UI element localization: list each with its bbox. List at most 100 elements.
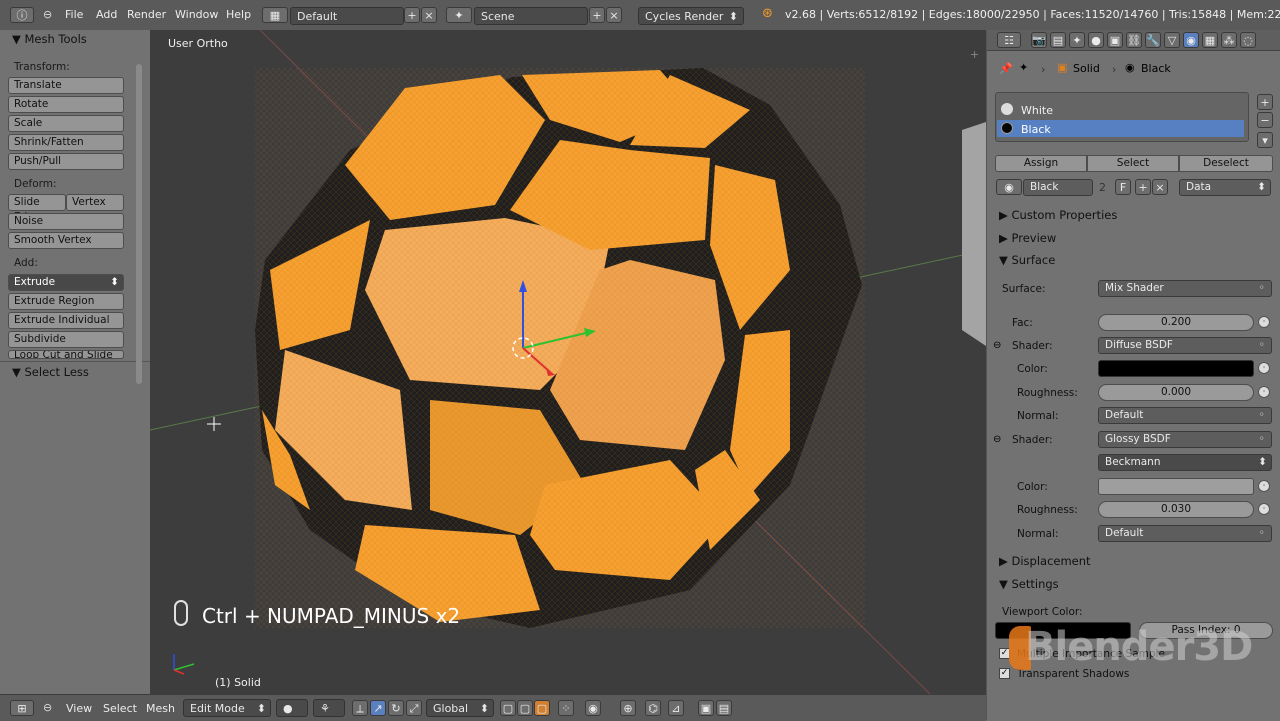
menu-file[interactable]: File [65, 8, 83, 21]
displacement-panel[interactable]: ▶ Displacement [999, 554, 1091, 568]
select-button[interactable]: Select [1087, 155, 1179, 172]
shading-select[interactable]: ● [276, 699, 308, 717]
fac-slider[interactable]: 0.200 [1098, 314, 1254, 331]
shader2-select[interactable]: Glossy BSDF ◦ [1098, 431, 1272, 448]
custom-properties-panel[interactable]: ▶ Custom Properties [999, 208, 1117, 222]
smooth-vertex-button[interactable]: Smooth Vertex [8, 232, 124, 249]
preview-panel[interactable]: ▶ Preview [999, 231, 1056, 245]
loop-cut-button[interactable]: Loop Cut and Slide [8, 350, 124, 359]
snap-target-icon[interactable]: ⌬ [645, 700, 661, 716]
socket-icon[interactable]: · [1258, 503, 1270, 515]
select-less-header[interactable]: ▼ Select Less [12, 365, 89, 379]
pin-icon[interactable]: 📌 [999, 62, 1013, 75]
socket-icon[interactable]: · [1258, 386, 1270, 398]
layer-icon[interactable]: ▢ [534, 700, 550, 716]
assign-button[interactable]: Assign [995, 155, 1087, 172]
remove-scene-icon[interactable]: × [606, 7, 622, 23]
editor-type-icon[interactable]: ⊞ [10, 700, 34, 716]
socket-icon[interactable]: · [1258, 316, 1270, 328]
texture-tab-icon[interactable]: ▦ [1202, 32, 1218, 48]
editor-type-icon[interactable]: ☷ [997, 32, 1021, 48]
surface-panel[interactable]: ▼ Surface [999, 253, 1055, 267]
subdivide-button[interactable]: Subdivide [8, 331, 124, 348]
distribution-select[interactable]: Beckmann ⬍ [1098, 454, 1272, 471]
physics-tab-icon[interactable]: ◌ [1240, 32, 1256, 48]
manipulator-toggle-icon[interactable]: ⟂ [352, 700, 368, 716]
layer-icon[interactable]: ▢ [500, 700, 516, 716]
viewport-canvas[interactable] [150, 30, 986, 694]
tool-shelf-scrollbar[interactable] [136, 64, 142, 384]
mode-select[interactable]: Edit Mode ⬍ [183, 699, 271, 717]
add-layout-icon[interactable]: + [404, 7, 420, 23]
shader1-select[interactable]: Diffuse BSDF ◦ [1098, 337, 1272, 354]
menu-view[interactable]: View [66, 702, 92, 715]
settings-panel[interactable]: ▼ Settings [999, 577, 1059, 591]
menu-help[interactable]: Help [226, 8, 251, 21]
unlink-material-icon[interactable]: × [1152, 179, 1168, 195]
color2-swatch[interactable] [1098, 478, 1254, 495]
object-tab-icon[interactable]: ▣ [1107, 32, 1123, 48]
rotate-button[interactable]: Rotate [8, 96, 124, 113]
collapse-shader-icon[interactable]: ⊖ [993, 340, 1001, 351]
menu-render[interactable]: Render [127, 8, 166, 21]
link-select[interactable]: Data ⬍ [1179, 179, 1271, 196]
layer-icon[interactable]: ▢ [517, 700, 533, 716]
roughness1-slider[interactable]: 0.000 [1098, 384, 1254, 401]
render-tab-icon[interactable]: 📷 [1031, 32, 1047, 48]
render-engine-select[interactable]: Cycles Render ⬍ [638, 7, 744, 25]
corner-widget-icon[interactable]: + [970, 48, 979, 61]
menu-window[interactable]: Window [175, 8, 218, 21]
render-anim-icon[interactable]: ▤ [716, 700, 732, 716]
remove-layout-icon[interactable]: × [421, 7, 437, 23]
material-tab-icon[interactable]: ◉ [1183, 32, 1199, 48]
orientation-select[interactable]: Global ⬍ [426, 699, 494, 717]
slot-menu-icon[interactable]: ▾ [1257, 132, 1273, 148]
collapse-icon[interactable]: ⊖ [43, 8, 52, 21]
vertex-select-icon[interactable]: ⁘ [558, 700, 574, 716]
screen-layout-icon[interactable]: ▦ [262, 7, 288, 23]
normal1-select[interactable]: Default ◦ [1098, 407, 1272, 424]
collapse-icon[interactable]: ⊖ [43, 701, 52, 714]
extrude-menu[interactable]: Extrude ⬍ [8, 274, 124, 291]
mesh-tools-header[interactable]: ▼ Mesh Tools [12, 32, 87, 46]
pivot-select[interactable]: ⚘ [313, 699, 345, 717]
material-browse-icon[interactable]: ◉ [996, 179, 1022, 195]
constraints-tab-icon[interactable]: ⛓ [1126, 32, 1142, 48]
render-icon[interactable]: ▣ [698, 700, 714, 716]
layers-tab-icon[interactable]: ▤ [1050, 32, 1066, 48]
proportional-edit-icon[interactable]: ◉ [585, 700, 601, 716]
noise-button[interactable]: Noise [8, 213, 124, 230]
menu-add[interactable]: Add [96, 8, 117, 21]
editor-type-icon[interactable]: ⓘ [10, 7, 34, 23]
socket-icon[interactable]: · [1258, 362, 1270, 374]
shrink-fatten-button[interactable]: Shrink/Fatten [8, 134, 124, 151]
roughness2-slider[interactable]: 0.030 [1098, 501, 1254, 518]
deselect-button[interactable]: Deselect [1179, 155, 1273, 172]
scale-button[interactable]: Scale [8, 115, 124, 132]
scene-field[interactable]: Scene [474, 7, 588, 25]
surface-select[interactable]: Mix Shader ◦ [1098, 280, 1272, 297]
particles-tab-icon[interactable]: ⁂ [1221, 32, 1237, 48]
color1-swatch[interactable] [1098, 360, 1254, 377]
material-name-field[interactable]: Black [1023, 179, 1093, 196]
data-tab-icon[interactable]: ▽ [1164, 32, 1180, 48]
normal2-select[interactable]: Default ◦ [1098, 525, 1272, 542]
fake-user-button[interactable]: F [1115, 179, 1131, 195]
add-scene-icon[interactable]: + [589, 7, 605, 23]
translate-manipulator-icon[interactable]: ↗ [370, 700, 386, 716]
scene-tab-icon[interactable]: ✦ [1069, 32, 1085, 48]
transparent-shadows-checkbox[interactable]: ✓ [999, 668, 1010, 679]
new-material-icon[interactable]: + [1135, 179, 1151, 195]
screen-layout-field[interactable]: Default [290, 7, 404, 25]
collapse-shader-icon[interactable]: ⊖ [993, 434, 1001, 445]
3d-viewport[interactable]: User Ortho + Ctrl + NUMPAD_MINUS x2 (1) … [150, 30, 986, 694]
rotate-manipulator-icon[interactable]: ↻ [388, 700, 404, 716]
modifiers-tab-icon[interactable]: 🔧 [1145, 32, 1161, 48]
remove-slot-icon[interactable]: − [1257, 112, 1273, 128]
add-slot-icon[interactable]: + [1257, 94, 1273, 110]
slot-item-black[interactable]: Black [1021, 123, 1051, 136]
slide-edge-button[interactable]: Slide Edge [8, 194, 66, 223]
scale-manipulator-icon[interactable]: ⤢ [406, 700, 422, 716]
push-pull-button[interactable]: Push/Pull [8, 153, 124, 170]
extrude-individual-button[interactable]: Extrude Individual [8, 312, 124, 329]
